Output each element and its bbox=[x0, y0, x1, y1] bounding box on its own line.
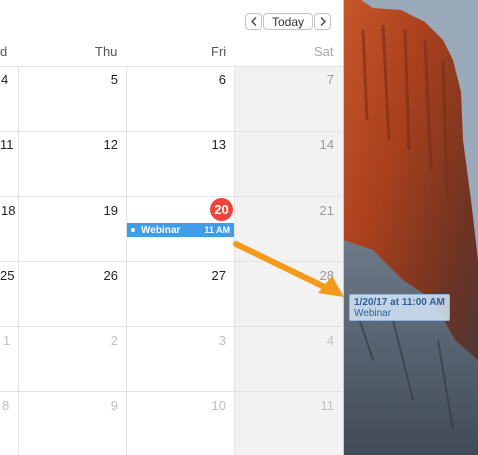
date-cell-number[interactable]: 3 bbox=[204, 333, 226, 348]
grid-line bbox=[234, 66, 235, 455]
date-cell-number[interactable]: 9 bbox=[96, 398, 118, 413]
date-cell-number[interactable]: 10 bbox=[204, 398, 226, 413]
next-month-button[interactable] bbox=[314, 13, 331, 30]
date-cell-number[interactable]: 26 bbox=[96, 268, 118, 283]
day-header-sat: Sat bbox=[314, 44, 334, 59]
grid-line bbox=[0, 66, 343, 67]
date-cell-number[interactable]: 25 bbox=[0, 268, 14, 283]
date-cell-number[interactable]: 28 bbox=[312, 268, 334, 283]
date-cell-number[interactable]: 21 bbox=[312, 203, 334, 218]
date-cell-number[interactable]: 4 bbox=[1, 72, 8, 87]
event-dot-icon bbox=[131, 228, 135, 232]
date-cell-number[interactable]: 8 bbox=[2, 398, 9, 413]
desktop-wallpaper bbox=[343, 0, 478, 455]
date-cell-number[interactable]: 11 bbox=[312, 398, 335, 413]
dragged-event-ghost[interactable]: 1/20/17 at 11:00 AM Webinar bbox=[349, 294, 450, 321]
grid-line bbox=[0, 131, 343, 132]
grid-line bbox=[18, 66, 19, 455]
day-header-wed: d bbox=[0, 44, 8, 59]
day-header-thu: Thu bbox=[95, 44, 118, 59]
date-cell-number[interactable]: 7 bbox=[312, 72, 334, 87]
date-cell-number[interactable]: 11 bbox=[0, 137, 14, 152]
grid-line bbox=[0, 391, 343, 392]
today-button[interactable]: Today bbox=[263, 13, 313, 30]
today-date-badge[interactable]: 20 bbox=[210, 198, 233, 221]
event-name: Webinar bbox=[141, 224, 181, 236]
previous-month-button[interactable] bbox=[245, 13, 262, 30]
grid-line bbox=[126, 66, 127, 455]
grid-line bbox=[0, 196, 343, 197]
date-cell-number[interactable]: 14 bbox=[312, 137, 334, 152]
calendar-window: Today d Thu Fri Sat 4 5 6 7 11 12 13 14 … bbox=[0, 0, 344, 455]
grid-line bbox=[0, 261, 343, 262]
date-cell-number[interactable]: 18 bbox=[1, 203, 15, 218]
date-cell-number[interactable]: 2 bbox=[96, 333, 118, 348]
calendar-toolbar: Today bbox=[0, 0, 343, 34]
ghost-datetime: 1/20/17 at 11:00 AM bbox=[354, 297, 445, 308]
day-header-fri: Fri bbox=[211, 44, 227, 59]
wallpaper-image bbox=[343, 0, 478, 455]
date-cell-number[interactable]: 19 bbox=[96, 203, 118, 218]
ghost-event-name: Webinar bbox=[354, 308, 392, 319]
date-cell-number[interactable]: 12 bbox=[96, 137, 118, 152]
date-cell-number[interactable]: 27 bbox=[204, 268, 226, 283]
chevron-left-icon bbox=[250, 17, 256, 26]
grid-line bbox=[0, 326, 343, 327]
date-cell-number[interactable]: 6 bbox=[204, 72, 226, 87]
date-cell-number[interactable]: 1 bbox=[3, 333, 10, 348]
chevron-right-icon bbox=[320, 17, 326, 26]
date-cell-number[interactable]: 13 bbox=[204, 137, 226, 152]
date-cell-number[interactable]: 5 bbox=[96, 72, 118, 87]
event-time: 11 AM bbox=[204, 225, 230, 235]
event-webinar[interactable]: Webinar 11 AM bbox=[127, 223, 234, 237]
date-cell-number[interactable]: 4 bbox=[312, 333, 334, 348]
